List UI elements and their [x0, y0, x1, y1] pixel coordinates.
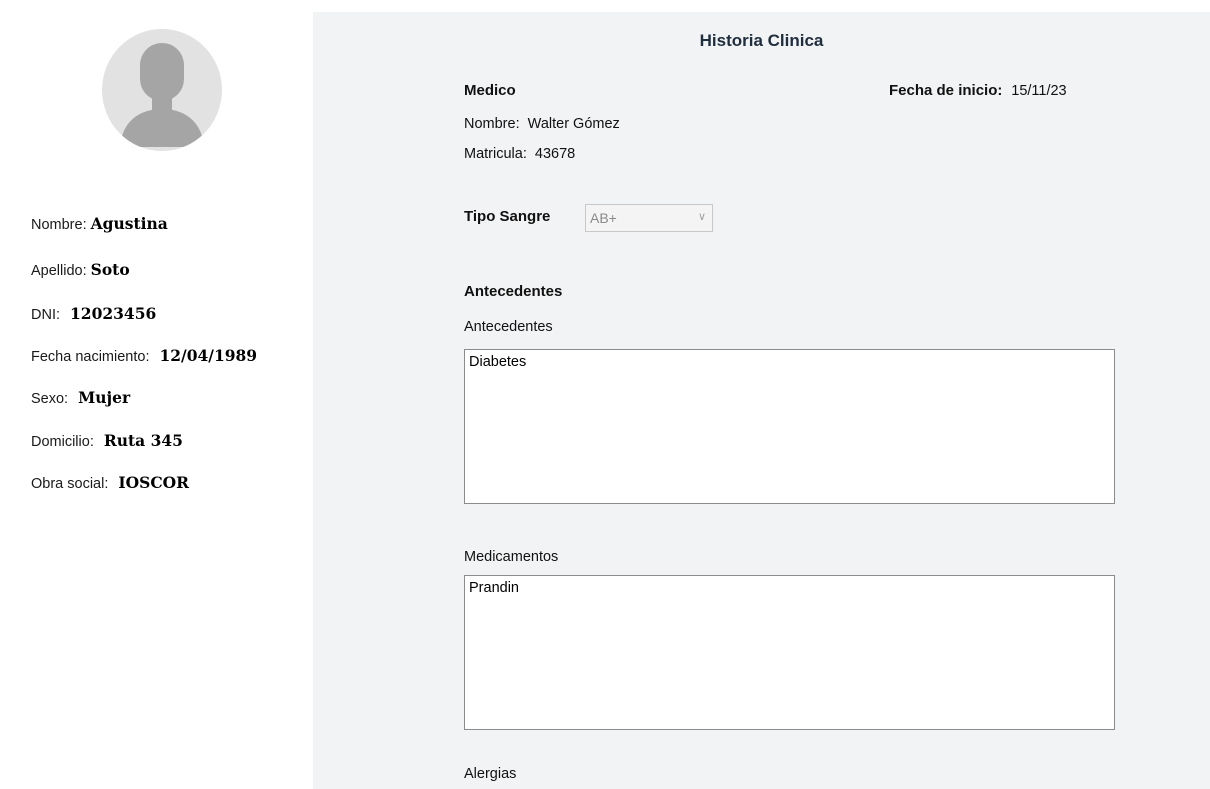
tipo-sangre-select[interactable]: AB+ ∨ — [585, 204, 713, 232]
patient-domicilio-label: Domicilio: — [31, 434, 94, 450]
patient-domicilio: Domicilio: Ruta 345 — [31, 431, 183, 450]
patient-apellido-value: Soto — [90, 260, 130, 279]
patient-sexo: Sexo: Mujer — [31, 388, 130, 407]
medico-matricula: Matricula: 43678 — [464, 146, 575, 162]
patient-apellido-label: Apellido: — [31, 263, 87, 279]
patient-obra-social: Obra social: IOSCOR — [31, 473, 189, 492]
medico-heading: Medico — [464, 82, 516, 99]
antecedentes-heading: Antecedentes — [464, 283, 563, 300]
patient-obra-social-value: IOSCOR — [118, 473, 190, 492]
fecha-inicio-value: 15/11/23 — [1011, 83, 1067, 99]
medico-nombre: Nombre: Walter Gómez — [464, 116, 620, 132]
tipo-sangre-label: Tipo Sangre — [464, 208, 551, 225]
patient-sexo-label: Sexo: — [31, 391, 69, 407]
patient-sexo-value: Mujer — [78, 388, 131, 407]
patient-dni-value: 12023456 — [70, 304, 157, 323]
patient-panel: Nombre: Agustina Apellido: Soto DNI: 120234… — [0, 0, 313, 789]
patient-dni-label: DNI: — [31, 307, 60, 323]
patient-fecha-nacimiento-value: 12/04/1989 — [159, 346, 258, 365]
page-title: Historia Clinica — [699, 31, 824, 50]
chevron-down-icon: ∨ — [697, 211, 706, 223]
alergias-label: Alergias — [464, 766, 517, 782]
patient-nombre: Nombre: Agustina — [31, 214, 168, 233]
patient-fecha-nacimiento: Fecha nacimiento: 12/04/1989 — [31, 346, 257, 365]
medicamentos-textarea[interactable]: Prandin — [464, 575, 1115, 730]
patient-domicilio-value: Ruta 345 — [103, 431, 183, 450]
clinical-history-panel: Historia Clinica Medico Nombre: Walter G… — [313, 12, 1210, 789]
antecedentes-label: Antecedentes — [464, 319, 553, 335]
patient-dni: DNI: 12023456 — [31, 304, 156, 323]
tipo-sangre-value: AB+ — [590, 210, 617, 226]
patient-fecha-nacimiento-label: Fecha nacimiento: — [31, 349, 150, 365]
medicamentos-label: Medicamentos — [464, 549, 559, 565]
patient-nombre-value: Agustina — [90, 214, 168, 233]
patient-nombre-label: Nombre: — [31, 217, 87, 233]
fecha-inicio: Fecha de inicio: 15/11/23 — [889, 82, 1067, 100]
medico-matricula-value: 43678 — [534, 146, 576, 162]
medico-matricula-label: Matricula: — [464, 146, 527, 162]
patient-apellido: Apellido: Soto — [31, 260, 130, 279]
user-avatar-icon — [102, 29, 222, 151]
patient-obra-social-label: Obra social: — [31, 476, 109, 492]
medico-nombre-value: Walter Gómez — [527, 116, 620, 132]
fecha-inicio-label: Fecha de inicio: — [889, 82, 1003, 99]
antecedentes-textarea[interactable]: Diabetes — [464, 349, 1115, 504]
medico-nombre-label: Nombre: — [464, 116, 520, 132]
